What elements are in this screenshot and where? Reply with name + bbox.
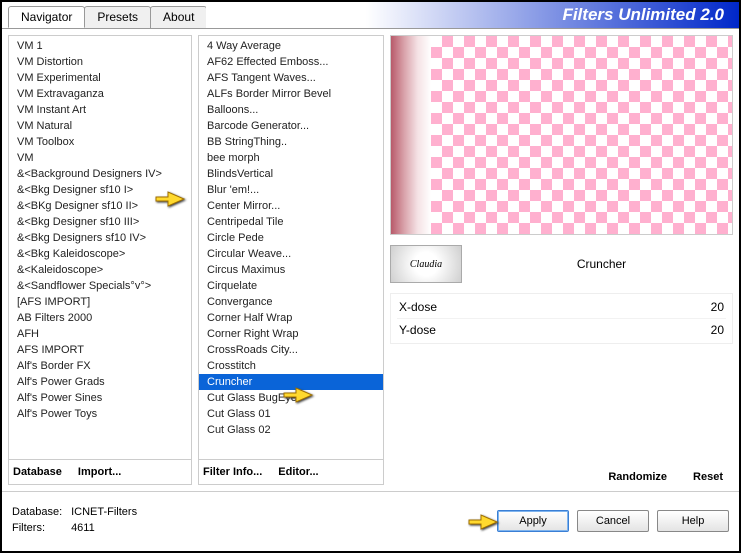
list-item[interactable]: Blur 'em!... xyxy=(199,182,383,198)
list-item[interactable]: AFH xyxy=(9,326,191,342)
filter-panel: 4 Way AverageAF62 Effected Emboss...AFS … xyxy=(198,35,384,485)
list-item[interactable]: Alf's Power Sines xyxy=(9,390,191,406)
preview-panel: Claudia Cruncher X-dose 20 Y-dose 20 Random… xyxy=(390,35,733,485)
list-item[interactable]: &<Background Designers IV> xyxy=(9,166,191,182)
filter-info-button[interactable]: Filter Info... xyxy=(203,466,262,478)
category-list[interactable]: VM 1VM DistortionVM ExperimentalVM Extra… xyxy=(9,36,191,459)
list-item[interactable]: AF62 Effected Emboss... xyxy=(199,54,383,70)
list-item[interactable]: Cut Glass BugEye xyxy=(199,390,383,406)
list-item[interactable]: VM xyxy=(9,150,191,166)
list-item[interactable]: CrossRoads City... xyxy=(199,342,383,358)
preview-image xyxy=(390,35,733,235)
list-item[interactable]: &<Bkg Designer sf10 I> xyxy=(9,182,191,198)
app-title: Filters Unlimited 2.0 xyxy=(562,5,724,25)
list-item[interactable]: Centripedal Tile xyxy=(199,214,383,230)
selected-filter-name: Cruncher xyxy=(470,257,733,271)
list-item[interactable]: VM Experimental xyxy=(9,70,191,86)
list-item[interactable]: Convergance xyxy=(199,294,383,310)
tab-presets[interactable]: Presets xyxy=(84,6,151,28)
list-item[interactable]: Alf's Power Toys xyxy=(9,406,191,422)
category-panel: VM 1VM DistortionVM ExperimentalVM Extra… xyxy=(8,35,192,485)
list-item[interactable]: &<Kaleidoscope> xyxy=(9,262,191,278)
list-item[interactable]: Cirquelate xyxy=(199,278,383,294)
list-item[interactable]: BB StringThing.. xyxy=(199,134,383,150)
database-info: Database: ICNET-Filters Filters: 4611 xyxy=(12,505,137,536)
list-item[interactable]: AFS Tangent Waves... xyxy=(199,70,383,86)
author-badge: Claudia xyxy=(390,245,462,283)
reset-button[interactable]: Reset xyxy=(693,471,723,483)
main-content: VM 1VM DistortionVM ExperimentalVM Extra… xyxy=(2,28,739,491)
list-item[interactable]: Circus Maximus xyxy=(199,262,383,278)
tab-bar: Navigator Presets About xyxy=(2,2,206,28)
list-item[interactable]: Center Mirror... xyxy=(199,198,383,214)
import-button[interactable]: Import... xyxy=(78,466,121,478)
bottom-bar: Database: ICNET-Filters Filters: 4611 Ap… xyxy=(2,491,739,549)
list-item[interactable]: VM Extravaganza xyxy=(9,86,191,102)
list-item[interactable]: Crosstitch xyxy=(199,358,383,374)
list-item[interactable]: ALFs Border Mirror Bevel xyxy=(199,86,383,102)
list-item[interactable]: Circle Pede xyxy=(199,230,383,246)
header: Navigator Presets About Filters Unlimite… xyxy=(2,2,739,28)
category-footer: Database Import... xyxy=(9,459,191,484)
list-item[interactable]: VM 1 xyxy=(9,38,191,54)
pointer-icon xyxy=(467,508,501,539)
list-item[interactable]: Barcode Generator... xyxy=(199,118,383,134)
list-item[interactable]: AB Filters 2000 xyxy=(9,310,191,326)
param-row[interactable]: Y-dose 20 xyxy=(397,319,726,341)
list-item[interactable]: [AFS IMPORT] xyxy=(9,294,191,310)
list-item[interactable]: Cut Glass 01 xyxy=(199,406,383,422)
list-item[interactable]: Alf's Power Grads xyxy=(9,374,191,390)
list-item[interactable]: Circular Weave... xyxy=(199,246,383,262)
list-item[interactable]: bee morph xyxy=(199,150,383,166)
list-item[interactable]: &<BKg Designer sf10 II> xyxy=(9,198,191,214)
list-item[interactable]: Corner Right Wrap xyxy=(199,326,383,342)
filter-list[interactable]: 4 Way AverageAF62 Effected Emboss...AFS … xyxy=(199,36,383,459)
tab-navigator[interactable]: Navigator xyxy=(8,6,85,28)
param-label: Y-dose xyxy=(399,323,436,337)
list-item[interactable]: VM Distortion xyxy=(9,54,191,70)
list-item[interactable]: Corner Half Wrap xyxy=(199,310,383,326)
list-item[interactable]: &<Bkg Designers sf10 IV> xyxy=(9,230,191,246)
list-item[interactable]: Balloons... xyxy=(199,102,383,118)
list-item[interactable]: Alf's Border FX xyxy=(9,358,191,374)
randomize-button[interactable]: Randomize xyxy=(608,471,667,483)
list-item[interactable]: &<Bkg Designer sf10 III> xyxy=(9,214,191,230)
apply-button[interactable]: Apply xyxy=(497,510,569,532)
param-label: X-dose xyxy=(399,300,437,314)
list-item[interactable]: VM Toolbox xyxy=(9,134,191,150)
param-value: 20 xyxy=(711,323,724,337)
filter-footer: Filter Info... Editor... xyxy=(199,459,383,484)
cancel-button[interactable]: Cancel xyxy=(577,510,649,532)
param-row[interactable]: X-dose 20 xyxy=(397,296,726,319)
list-item[interactable]: BlindsVertical xyxy=(199,166,383,182)
list-item[interactable]: VM Natural xyxy=(9,118,191,134)
tab-about[interactable]: About xyxy=(150,6,207,28)
parameters-box: X-dose 20 Y-dose 20 xyxy=(390,293,733,344)
list-item[interactable]: &<Bkg Kaleidoscope> xyxy=(9,246,191,262)
editor-button[interactable]: Editor... xyxy=(278,466,318,478)
list-item[interactable]: Cut Glass 02 xyxy=(199,422,383,438)
list-item[interactable]: AFS IMPORT xyxy=(9,342,191,358)
help-button[interactable]: Help xyxy=(657,510,729,532)
list-item[interactable]: &<Sandflower Specials°v°> xyxy=(9,278,191,294)
list-item[interactable]: 4 Way Average xyxy=(199,38,383,54)
param-value: 20 xyxy=(711,300,724,314)
list-item[interactable]: Cruncher xyxy=(199,374,383,390)
title-bar: Filters Unlimited 2.0 xyxy=(206,2,739,28)
list-item[interactable]: VM Instant Art xyxy=(9,102,191,118)
database-button[interactable]: Database xyxy=(13,466,62,478)
